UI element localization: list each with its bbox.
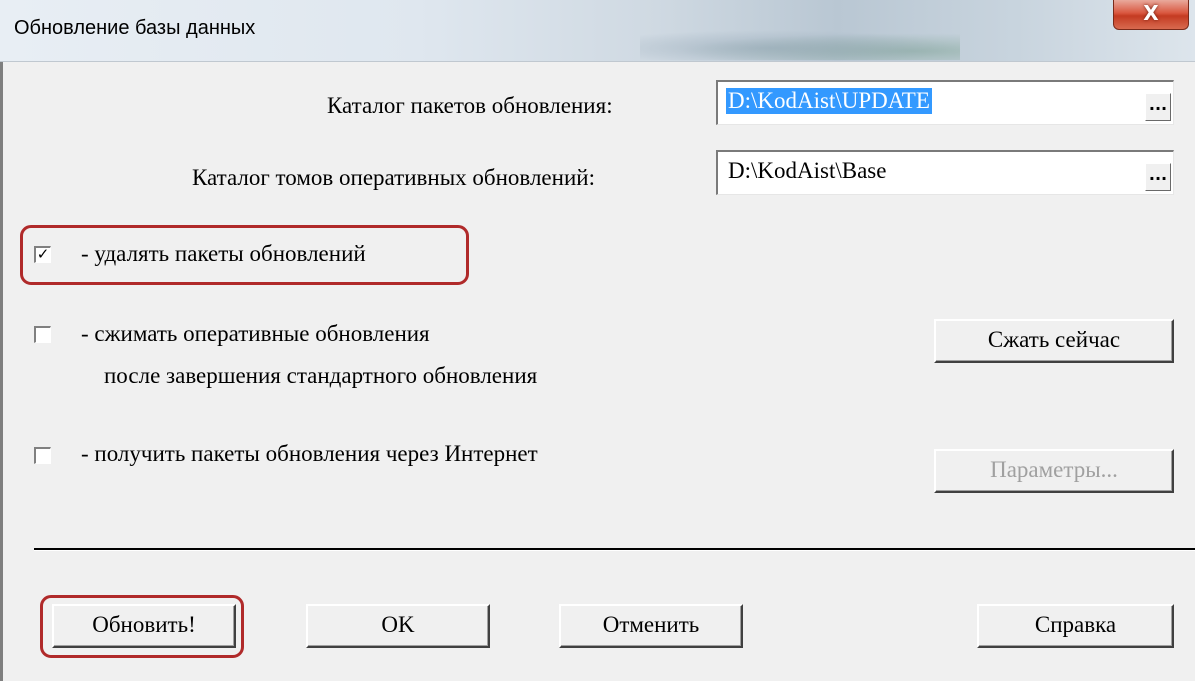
separator-line: [34, 548, 1195, 550]
compress-updates-label-line2: после завершения стандартного обновления: [104, 363, 538, 388]
internet-updates-checkbox[interactable]: [34, 447, 51, 464]
internet-updates-label: - получить пакеты обновления через Интер…: [81, 441, 538, 466]
close-button[interactable]: X: [1113, 0, 1189, 30]
volumes-folder-label: Каталог томов оперативных обновлений:: [192, 165, 595, 190]
volumes-folder-input[interactable]: D:\KodAist\Base ...: [716, 150, 1174, 195]
packages-browse-button[interactable]: ...: [1145, 93, 1171, 121]
delete-packages-checkbox[interactable]: ✓: [34, 246, 51, 263]
parameters-button[interactable]: Параметры...: [934, 449, 1174, 493]
window-left-border: [0, 62, 3, 681]
packages-folder-label: Каталог пакетов обновления:: [327, 93, 613, 118]
delete-packages-label: - удалять пакеты обновлений: [81, 241, 366, 266]
compress-updates-checkbox[interactable]: [34, 326, 51, 343]
packages-folder-value: D:\KodAist\UPDATE: [726, 88, 932, 114]
title-bar: Обновление базы данных X: [0, 0, 1195, 62]
volumes-browse-button[interactable]: ...: [1145, 163, 1171, 191]
packages-folder-input[interactable]: D:\KodAist\UPDATE ...: [716, 80, 1174, 125]
checkmark-icon: ✓: [36, 245, 50, 263]
cancel-button[interactable]: Отменить: [559, 604, 743, 648]
volumes-folder-value: D:\KodAist\Base: [728, 158, 887, 183]
update-button[interactable]: Обновить!: [52, 604, 236, 648]
compress-now-button[interactable]: Сжать сейчас: [934, 319, 1174, 363]
help-button[interactable]: Справка: [977, 604, 1174, 648]
window-title: Обновление базы данных: [14, 17, 256, 39]
compress-updates-label: - сжимать оперативные обновления: [81, 321, 430, 346]
ok-button[interactable]: OK: [306, 604, 490, 648]
